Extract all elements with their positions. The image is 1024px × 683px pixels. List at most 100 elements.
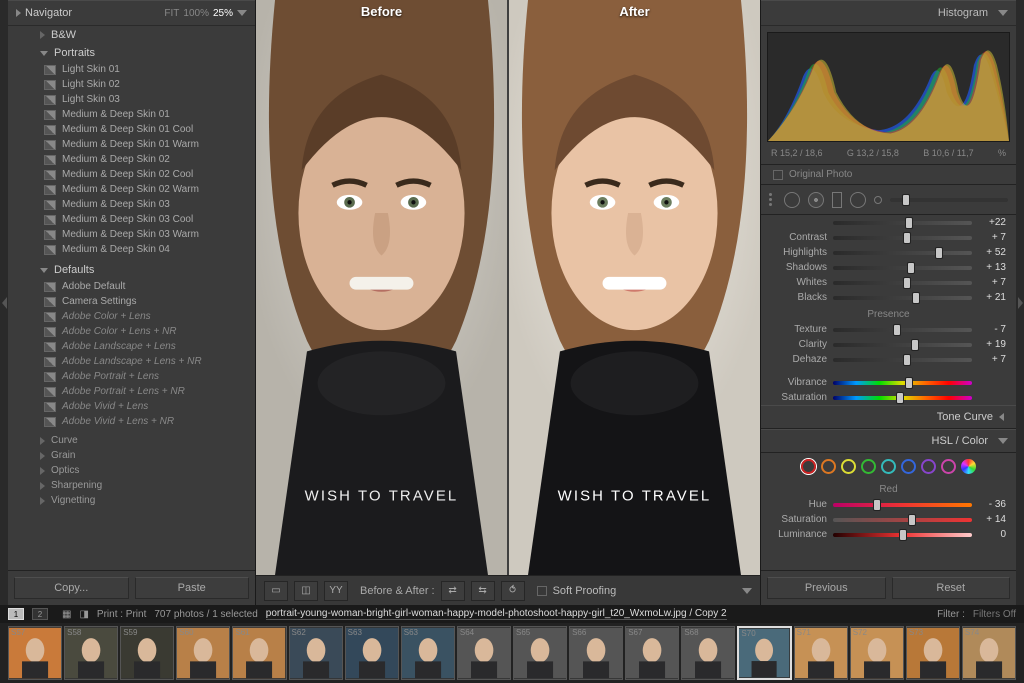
thumbnail[interactable]: S64 bbox=[457, 626, 511, 680]
slider-track[interactable] bbox=[833, 281, 972, 285]
preset-item[interactable]: Medium & Deep Skin 03 bbox=[44, 197, 255, 212]
slider-track[interactable] bbox=[833, 518, 972, 522]
slider-knob[interactable] bbox=[899, 529, 907, 541]
preset-item[interactable]: Adobe Portrait + Lens bbox=[44, 369, 255, 384]
hsl-color-7[interactable] bbox=[941, 459, 956, 474]
original-photo-toggle[interactable]: Original Photo bbox=[761, 164, 1016, 185]
slider-track[interactable] bbox=[833, 236, 972, 240]
hsl-color-6[interactable] bbox=[921, 459, 936, 474]
thumbnail[interactable]: S62 bbox=[289, 626, 343, 680]
preset-item[interactable]: Adobe Color + Lens + NR bbox=[44, 324, 255, 339]
thumbnail[interactable]: S71 bbox=[794, 626, 848, 680]
hsl-color-0[interactable] bbox=[801, 459, 816, 474]
thumbnail[interactable]: S58 bbox=[64, 626, 118, 680]
preset-item[interactable]: Medium & Deep Skin 01 bbox=[44, 107, 255, 122]
thumbnail[interactable]: S66 bbox=[569, 626, 623, 680]
slider-knob[interactable] bbox=[903, 232, 911, 244]
preset-group[interactable]: Sharpening bbox=[8, 478, 255, 493]
preset-item[interactable]: Medium & Deep Skin 02 Warm bbox=[44, 182, 255, 197]
hsl-color-2[interactable] bbox=[841, 459, 856, 474]
preset-group-defaults[interactable]: Defaults bbox=[8, 261, 255, 279]
tone-curve-header[interactable]: Tone Curve bbox=[761, 405, 1016, 429]
preset-item[interactable]: Adobe Color + Lens bbox=[44, 309, 255, 324]
hsl-color-3[interactable] bbox=[861, 459, 876, 474]
ba-mode-3[interactable]: ⥀ bbox=[501, 581, 525, 601]
preset-item[interactable]: Camera Settings bbox=[44, 294, 255, 309]
slider-track[interactable] bbox=[833, 296, 972, 300]
hsl-header[interactable]: HSL / Color bbox=[761, 429, 1016, 453]
slider-knob[interactable] bbox=[903, 277, 911, 289]
preset-item[interactable]: Medium & Deep Skin 02 bbox=[44, 152, 255, 167]
thumbnail[interactable]: S72 bbox=[850, 626, 904, 680]
right-edge-expand[interactable] bbox=[1016, 0, 1024, 605]
target-circle-1[interactable] bbox=[784, 192, 800, 208]
target-circle-2[interactable] bbox=[808, 192, 824, 208]
preset-group-bw[interactable]: B&W bbox=[8, 26, 255, 44]
zoom-dropdown-icon[interactable] bbox=[237, 10, 247, 16]
preset-item[interactable]: Light Skin 01 bbox=[44, 62, 255, 77]
survey-view-icon[interactable]: YY bbox=[324, 581, 348, 601]
slider-knob[interactable] bbox=[912, 292, 920, 304]
copy-button[interactable]: Copy... bbox=[14, 577, 129, 599]
toolbar-menu-icon[interactable] bbox=[742, 588, 752, 594]
soft-proofing-checkbox[interactable] bbox=[537, 586, 547, 596]
slider-track[interactable] bbox=[833, 266, 972, 270]
hsl-color-4[interactable] bbox=[881, 459, 896, 474]
target-circle-3[interactable] bbox=[850, 192, 866, 208]
navigator-header[interactable]: Navigator FIT 100% 25% bbox=[8, 0, 255, 26]
slider-track[interactable] bbox=[833, 251, 972, 255]
target-circle-4[interactable] bbox=[874, 196, 882, 204]
preset-item[interactable]: Medium & Deep Skin 03 Cool bbox=[44, 212, 255, 227]
compare-view-icon[interactable]: ◫ bbox=[294, 581, 318, 601]
preset-item[interactable]: Adobe Vivid + Lens + NR bbox=[44, 414, 255, 429]
preset-group[interactable]: Vignetting bbox=[8, 493, 255, 508]
slider-knob[interactable] bbox=[893, 324, 901, 336]
loupe-view-icon[interactable]: ▭ bbox=[264, 581, 288, 601]
slider-track[interactable] bbox=[833, 503, 972, 507]
preset-item[interactable]: Light Skin 02 bbox=[44, 77, 255, 92]
thumbnail[interactable]: S60 bbox=[176, 626, 230, 680]
zoom-100[interactable]: 100% bbox=[183, 8, 209, 19]
slider-knob[interactable] bbox=[873, 499, 881, 511]
ba-mode-2[interactable]: ⇆ bbox=[471, 581, 495, 601]
histogram-display[interactable] bbox=[767, 32, 1010, 142]
hsl-color-1[interactable] bbox=[821, 459, 836, 474]
preset-item[interactable]: Adobe Portrait + Lens + NR bbox=[44, 384, 255, 399]
preset-item[interactable]: Adobe Default bbox=[44, 279, 255, 294]
zoom-25[interactable]: 25% bbox=[213, 8, 233, 19]
page-1[interactable]: 1 bbox=[8, 608, 24, 620]
slider-track[interactable] bbox=[833, 343, 972, 347]
preset-group[interactable]: Curve bbox=[8, 433, 255, 448]
hsl-color-all[interactable] bbox=[961, 459, 976, 474]
slider-knob[interactable] bbox=[905, 377, 913, 389]
slider-knob[interactable] bbox=[905, 217, 913, 229]
slider-track[interactable] bbox=[833, 381, 972, 385]
preset-item[interactable]: Adobe Landscape + Lens bbox=[44, 339, 255, 354]
grid-icon[interactable]: ▦ bbox=[62, 609, 71, 620]
paste-button[interactable]: Paste bbox=[135, 577, 250, 599]
preset-item[interactable]: Medium & Deep Skin 02 Cool bbox=[44, 167, 255, 182]
left-edge-expand[interactable] bbox=[0, 0, 8, 605]
preset-item[interactable]: Medium & Deep Skin 01 Cool bbox=[44, 122, 255, 137]
thumbnail[interactable]: S70 bbox=[737, 626, 791, 680]
thumbnail[interactable]: S57 bbox=[8, 626, 62, 680]
filmstrip[interactable]: S57S58S59S60S61S62S63S63S64S65S66S67S68S… bbox=[0, 623, 1024, 683]
thumbnail[interactable]: S73 bbox=[906, 626, 960, 680]
slider-track[interactable] bbox=[833, 221, 972, 225]
slider-knob[interactable] bbox=[908, 514, 916, 526]
preset-item[interactable]: Adobe Vivid + Lens bbox=[44, 399, 255, 414]
hsl-color-5[interactable] bbox=[901, 459, 916, 474]
target-rect[interactable] bbox=[832, 192, 842, 208]
histogram-header[interactable]: Histogram bbox=[761, 0, 1016, 26]
zoom-fit[interactable]: FIT bbox=[164, 8, 179, 19]
thumbnail[interactable]: S67 bbox=[625, 626, 679, 680]
preset-item[interactable]: Medium & Deep Skin 04 bbox=[44, 242, 255, 257]
target-slider[interactable] bbox=[890, 198, 1008, 202]
slider-knob[interactable] bbox=[896, 392, 904, 404]
compare-icon[interactable]: ◨ bbox=[79, 609, 88, 620]
thumbnail[interactable]: S65 bbox=[513, 626, 567, 680]
preset-group-portraits[interactable]: Portraits bbox=[8, 44, 255, 62]
slider-track[interactable] bbox=[833, 358, 972, 362]
target-picker-icon[interactable] bbox=[769, 193, 772, 206]
preset-item[interactable]: Light Skin 03 bbox=[44, 92, 255, 107]
